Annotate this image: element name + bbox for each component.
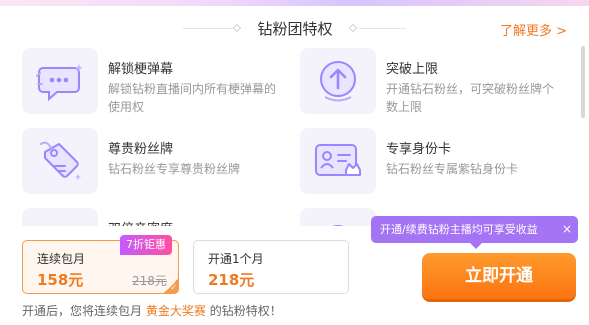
plan-one-month[interactable]: 开通1个月 218元 [193,240,349,294]
benefit-title: 尊贵粉丝牌 [108,142,174,157]
benefit-desc: 开通钻石粉丝，可突破粉丝牌个数上限 [386,82,555,114]
identity-card-icon [300,128,376,194]
renewal-footnote: 开通后，您将连续包月 黄金大奖赛 的钻粉特权！ [22,302,282,319]
benefit-item: 双倍亲密度 [22,208,287,226]
benefit-item: 专享身份卡 钻石粉丝专属紫钻身份卡 [300,128,565,198]
footnote-prefix: 开通后，您将连续包月 [22,304,143,318]
privilege-icon [300,208,376,226]
tooltip-text: 开通/续费钻粉主播均可享受收益 [380,223,538,236]
close-icon[interactable]: × [562,216,572,243]
plan-monthly-auto-renew[interactable]: 连续包月 158元 218元 7折钜惠 ✓ [22,235,179,294]
plan-name: 开通1个月 [208,252,264,266]
benefit-desc: 钻石粉丝专享尊贵粉丝牌 [108,162,241,176]
footnote-suffix: 的钻粉特权！ [209,304,282,318]
top-gradient-strip [0,0,589,6]
level-up-icon [300,48,376,114]
earnings-tooltip: 开通/续费钻粉主播均可享受收益 × [371,216,578,243]
benefits-list: 解锁梗弹幕 解锁钻粉直播间内所有梗弹幕的使用权 突破上限 开通钻石粉丝，可突破粉… [0,40,589,226]
benefit-item: 突破上限 开通钻石粉丝，可突破粉丝牌个数上限 [300,48,565,118]
plan-price: 158元 [37,271,84,289]
section-title: 钻粉团特权 [257,20,333,38]
check-icon: ✓ [170,283,177,292]
benefit-desc: 解锁钻粉直播间内所有梗弹幕的使用权 [108,82,277,114]
footnote-highlight: 黄金大奖赛 [145,304,206,318]
benefit-item: 尊贵粉丝牌 钻石粉丝专享尊贵粉丝牌 [22,128,287,198]
benefit-title: 专享身份卡 [386,142,452,157]
plan-price: 218元 [208,271,255,289]
header-divider-left [183,28,233,29]
header-divider-right [358,28,406,29]
benefit-title: 突破上限 [386,62,439,77]
danmaku-unlock-icon [22,48,98,114]
plan-name: 连续包月 [37,252,86,266]
discount-badge: 7折钜惠 [120,235,172,255]
open-now-button[interactable]: 立即开通 [422,253,576,299]
benefits-scrollbar[interactable] [581,46,585,118]
learn-more-link[interactable]: 了解更多 > [500,20,567,39]
intimacy-icon [22,208,98,226]
benefit-desc: 钻石粉丝专属紫钻身份卡 [386,162,519,176]
benefit-title: 双倍亲密度 [108,218,173,226]
tooltip-arrow [470,243,482,249]
header-diamond-right [348,23,358,33]
header-diamond-left [232,23,242,33]
benefit-title: 解锁梗弹幕 [108,62,174,77]
fan-badge-tag-icon [22,128,98,194]
benefit-item: 解锁梗弹幕 解锁钻粉直播间内所有梗弹幕的使用权 [22,48,287,118]
plan-original-price: 218元 [132,274,167,288]
